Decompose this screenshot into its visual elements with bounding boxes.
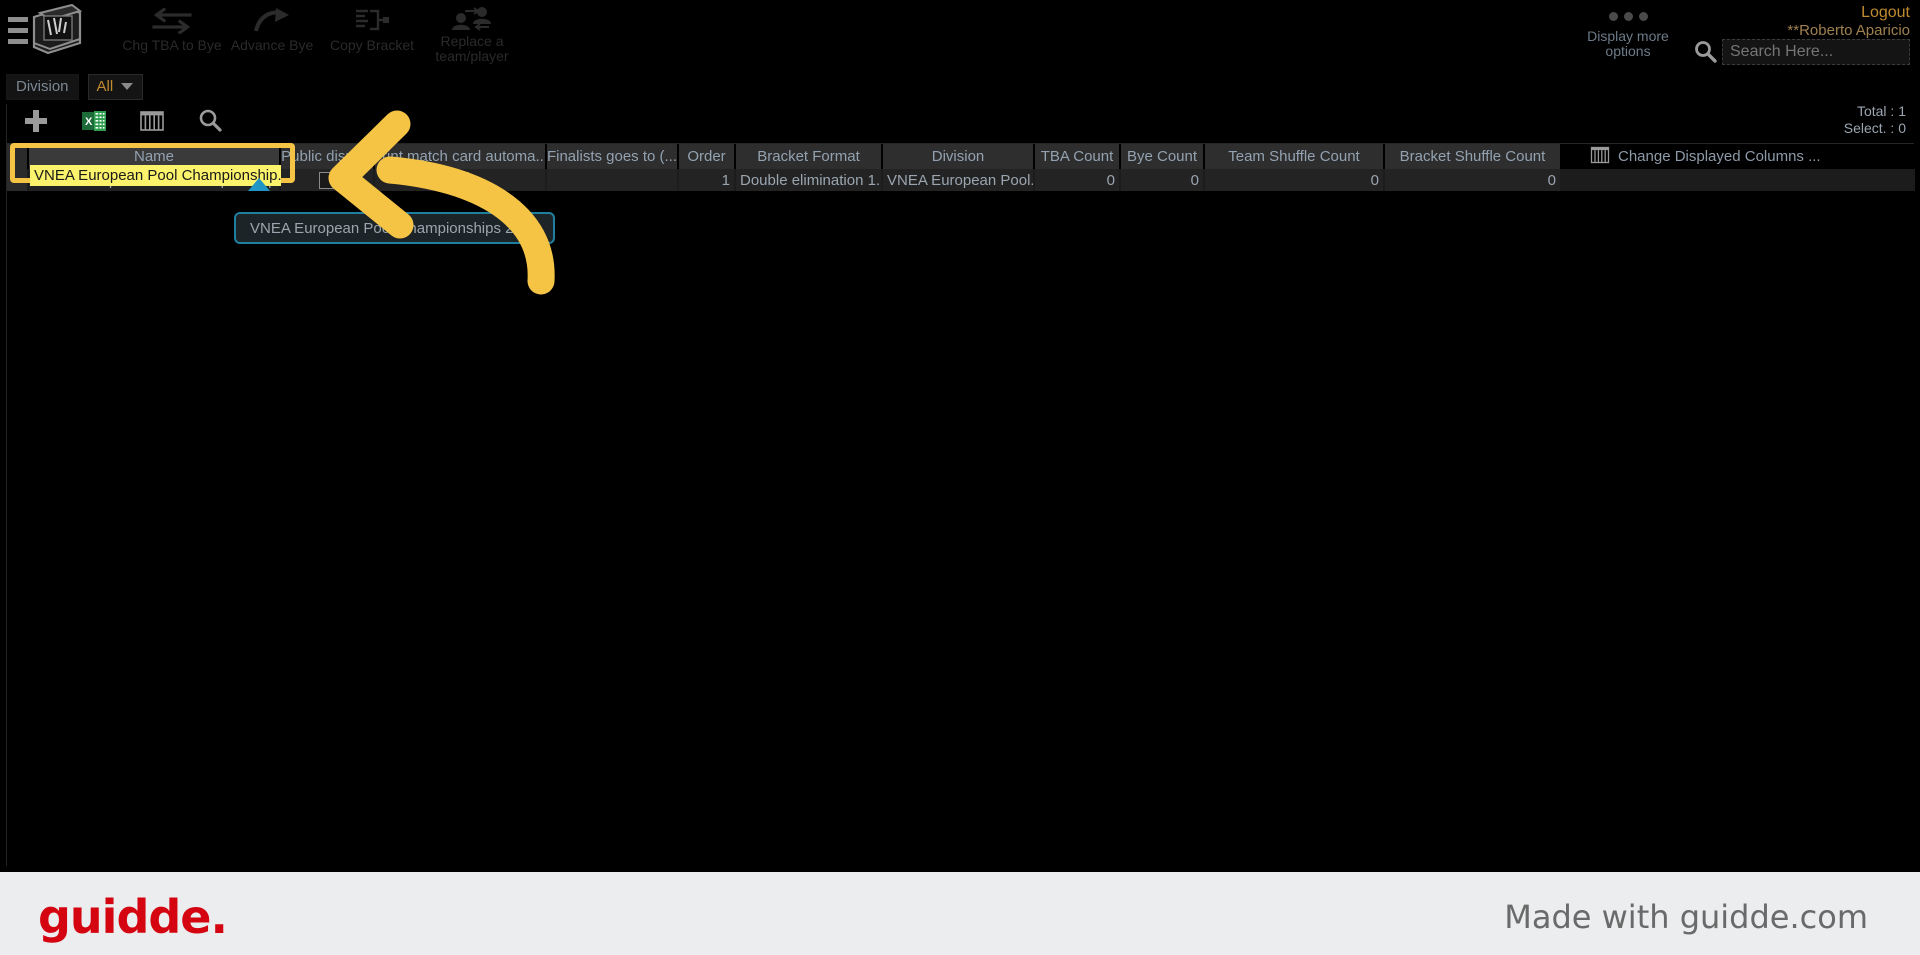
column-header-finalists[interactable]: Finalists goes to (... <box>547 144 677 169</box>
change-displayed-columns-button[interactable]: Change Displayed Columns ... <box>1590 144 1821 169</box>
column-header-label: Public display <box>281 148 373 165</box>
column-header-label: Bye Count <box>1126 148 1198 165</box>
cell-finalists[interactable] <box>547 169 677 191</box>
search-icon[interactable] <box>1692 39 1718 65</box>
cell-text: 0 <box>1190 171 1199 189</box>
ribbon-toolbar: Chg TBA to Bye Advance Bye Copy Bracket … <box>122 2 522 64</box>
column-header-bracket_shuffle[interactable]: Bracket Shuffle Count <box>1385 144 1560 169</box>
checkbox-checked-icon[interactable] <box>451 171 469 189</box>
column-header-label: Division <box>931 148 985 165</box>
checkbox-unchecked-icon[interactable] <box>318 171 336 189</box>
table-row[interactable]: VNEA European Pool Championship...1Doubl… <box>7 169 1915 191</box>
change-displayed-columns-label: Change Displayed Columns ... <box>1618 148 1821 165</box>
cell-bye_count[interactable]: 0 <box>1121 169 1203 191</box>
name-tooltip: VNEA European Pool Championships 2023 <box>234 212 555 244</box>
replace-person-icon <box>449 4 495 34</box>
column-header-print_card[interactable]: Print match card automa... <box>375 144 545 169</box>
table-body: VNEA European Pool Championship...1Doubl… <box>7 169 1915 191</box>
column-header-bye_count[interactable]: Bye Count <box>1121 144 1203 169</box>
annotation-highlight-cell[interactable]: VNEA European Pool Championship... <box>30 165 281 186</box>
columns-grid-icon <box>1590 145 1610 169</box>
column-header-public_display[interactable]: Public display <box>281 144 373 169</box>
cell-text: 0 <box>1370 171 1379 189</box>
row-selector-header[interactable] <box>7 144 27 169</box>
cell-bracket_format[interactable]: Double elimination 1... <box>736 169 881 191</box>
column-header-label: Finalists goes to (... <box>547 148 677 165</box>
grid-toolbar-icons: X <box>21 106 225 136</box>
columns-grid-icon[interactable] <box>137 106 167 136</box>
column-header-label: Bracket Shuffle Count <box>1399 148 1546 165</box>
cell-tba_count[interactable]: 0 <box>1035 169 1119 191</box>
row-selector-cell[interactable] <box>7 169 27 191</box>
column-header-tba_count[interactable]: TBA Count <box>1035 144 1119 169</box>
advance-bye-label: Advance Bye <box>230 37 314 53</box>
division-filter-row: Division All <box>6 72 143 101</box>
cell-text: 0 <box>1547 171 1556 189</box>
column-header-division[interactable]: Division <box>883 144 1033 169</box>
chg-tba-to-bye-button[interactable]: Chg TBA to Bye <box>122 2 222 64</box>
cell-public_display[interactable] <box>281 169 373 191</box>
cell-bracket_shuffle[interactable]: 0 <box>1385 169 1560 191</box>
column-header-label: Name <box>133 148 174 165</box>
copy-bracket-button[interactable]: Copy Bracket <box>322 2 422 64</box>
cell-print_card[interactable] <box>375 169 545 191</box>
total-label: Total : 1 <box>1856 103 1906 119</box>
grid-totals: Total : 1 Select. : 0 <box>1844 103 1906 137</box>
cell-text: 0 <box>1106 171 1115 189</box>
guidde-logo: guidde. <box>38 890 228 944</box>
search-grid-icon[interactable] <box>195 106 225 136</box>
app-root: Chg TBA to Bye Advance Bye Copy Bracket … <box>0 0 1920 955</box>
bracket-book-logo-icon[interactable] <box>6 3 86 59</box>
division-filter-label: Division <box>6 73 79 100</box>
cell-text: Double elimination 1... <box>740 171 881 189</box>
guidde-footer: guidde. Made with guidde.com <box>0 872 1920 955</box>
logout-label: Logout <box>1861 4 1910 21</box>
logout-link[interactable]: Logout **Roberto Aparicio <box>1787 3 1910 40</box>
column-header-label: Print match card automa... <box>375 148 545 165</box>
display-more-options-label: Display more options <box>1587 28 1669 59</box>
cell-text: VNEA European Pool... <box>887 171 1033 189</box>
ellipsis-icon <box>1573 12 1683 21</box>
replace-team-player-label: Replace a team/player <box>435 33 509 64</box>
advance-bye-button[interactable]: Advance Bye <box>222 2 322 64</box>
column-header-label: Bracket Format <box>757 148 860 165</box>
column-header-label: Order <box>687 148 726 165</box>
replace-team-player-button[interactable]: Replace a team/player <box>422 2 522 64</box>
tooltip-caret-icon <box>248 178 270 191</box>
add-icon[interactable] <box>21 106 51 136</box>
made-with-label: Made with guidde.com <box>1504 898 1868 936</box>
cell-order[interactable]: 1 <box>679 169 734 191</box>
chevron-down-icon <box>121 83 134 90</box>
search-input[interactable] <box>1722 39 1910 65</box>
chg-tba-to-bye-label: Chg TBA to Bye <box>122 37 222 53</box>
column-header-order[interactable]: Order <box>679 144 734 169</box>
column-header-label: TBA Count <box>1040 148 1114 165</box>
cell-text: 1 <box>721 171 730 189</box>
top-bar: Chg TBA to Bye Advance Bye Copy Bracket … <box>0 0 1920 72</box>
column-header-team_shuffle[interactable]: Team Shuffle Count <box>1205 144 1383 169</box>
svg-text:X: X <box>85 116 93 128</box>
column-header-bracket_format[interactable]: Bracket Format <box>736 144 881 169</box>
header-search <box>1692 39 1910 65</box>
display-more-options-button[interactable]: Display more options <box>1573 12 1683 59</box>
curved-arrow-right-icon <box>250 4 294 38</box>
copy-bracket-label: Copy Bracket <box>329 37 415 53</box>
cell-team_shuffle[interactable]: 0 <box>1205 169 1383 191</box>
grid-toolbar: X Total: 1 Select.: 0 <box>7 103 1914 144</box>
column-header-label: Team Shuffle Count <box>1228 148 1360 165</box>
division-filter-value: All <box>96 78 114 95</box>
cell-division[interactable]: VNEA European Pool... <box>883 169 1033 191</box>
swap-arrows-icon <box>150 4 194 38</box>
division-filter-select[interactable]: All <box>87 73 143 100</box>
user-name-label: **Roberto Aparicio <box>1787 22 1910 39</box>
copy-bracket-icon <box>350 4 394 38</box>
export-excel-icon[interactable]: X <box>79 106 109 136</box>
selected-label: Select. : 0 <box>1843 120 1906 136</box>
